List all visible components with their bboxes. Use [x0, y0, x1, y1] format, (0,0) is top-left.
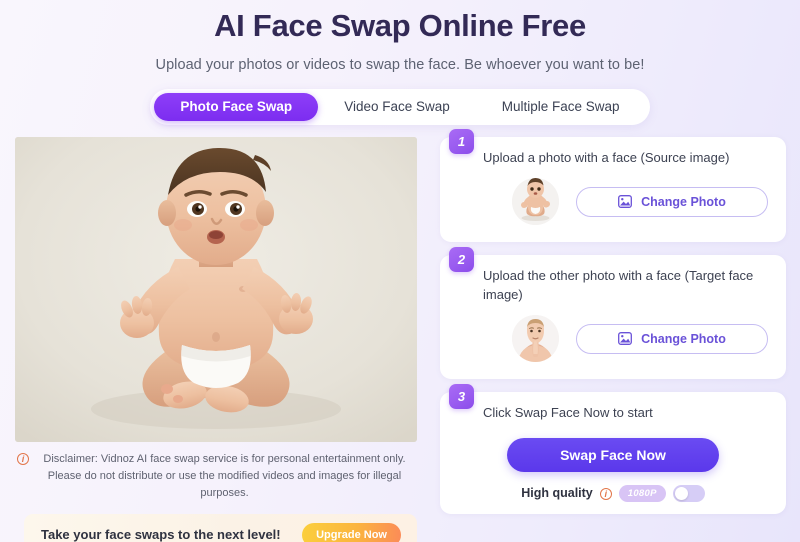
man-thumbnail-illustration [512, 315, 559, 363]
info-circle-icon: i [17, 452, 29, 465]
step-card-1: 1 Upload a photo with a face (Source ima… [440, 128, 786, 243]
upgrade-banner-text: Take your face swaps to the next level! [41, 527, 281, 542]
right-column: 1 Upload a photo with a face (Source ima… [440, 128, 786, 542]
high-quality-row: High quality i 1080P [458, 484, 768, 502]
image-icon [618, 195, 633, 209]
baby-photo-illustration [15, 136, 417, 442]
high-quality-toggle[interactable] [672, 484, 705, 502]
change-target-photo-label: Change Photo [641, 331, 726, 346]
high-quality-label: High quality [521, 486, 593, 501]
step-card-2: 2 Upload the other photo with a face (Ta… [440, 247, 786, 380]
step-body-2: Change Photo [440, 304, 786, 379]
change-source-photo-label: Change Photo [641, 194, 726, 209]
page-title: AI Face Swap Online Free [214, 8, 586, 43]
tab-bar-container: Photo Face Swap Video Face Swap Multiple… [0, 88, 800, 125]
step-title-3: Click Swap Face Now to start [483, 405, 653, 421]
preview-image[interactable] [15, 136, 417, 442]
resolution-badge: 1080P [618, 484, 666, 502]
step-card-3: 3 Click Swap Face Now to start Swap Face… [440, 384, 786, 514]
upgrade-now-button[interactable]: Upgrade Now [302, 522, 401, 542]
step-body-3: Swap Face Now High quality i 1080P [440, 423, 786, 514]
target-image-thumbnail[interactable] [512, 315, 559, 363]
high-quality-info-icon[interactable]: i [599, 488, 612, 501]
step-body-1: Change Photo [440, 167, 786, 242]
toggle-knob [674, 486, 688, 500]
disclaimer: i Disclaimer: Vidnoz AI face swap servic… [15, 451, 417, 502]
step-title-1: Upload a photo with a face (Source image… [483, 149, 730, 165]
change-source-photo-button[interactable]: Change Photo [576, 186, 768, 217]
tab-photo-face-swap[interactable]: Photo Face Swap [154, 92, 319, 121]
swap-face-now-button[interactable]: Swap Face Now [507, 437, 719, 472]
main-content: i Disclaimer: Vidnoz AI face swap servic… [0, 125, 800, 542]
left-column: i Disclaimer: Vidnoz AI face swap servic… [15, 136, 417, 542]
baby-thumbnail-illustration [512, 178, 559, 226]
image-icon [618, 332, 633, 346]
tab-bar: Photo Face Swap Video Face Swap Multiple… [150, 88, 650, 125]
tab-multiple-face-swap[interactable]: Multiple Face Swap [476, 93, 646, 121]
tab-video-face-swap[interactable]: Video Face Swap [318, 93, 476, 121]
change-target-photo-button[interactable]: Change Photo [576, 323, 768, 354]
step-number-badge-2: 2 [449, 247, 474, 273]
source-image-thumbnail[interactable] [512, 178, 559, 226]
upgrade-banner: Take your face swaps to the next level! … [24, 513, 417, 542]
step-number-badge-1: 1 [449, 128, 474, 154]
disclaimer-text: Disclaimer: Vidnoz AI face swap service … [43, 452, 406, 499]
step-title-2: Upload the other photo with a face (Targ… [483, 268, 754, 302]
step-number-badge-3: 3 [449, 384, 474, 410]
page-subtitle: Upload your photos or videos to swap the… [155, 56, 645, 73]
